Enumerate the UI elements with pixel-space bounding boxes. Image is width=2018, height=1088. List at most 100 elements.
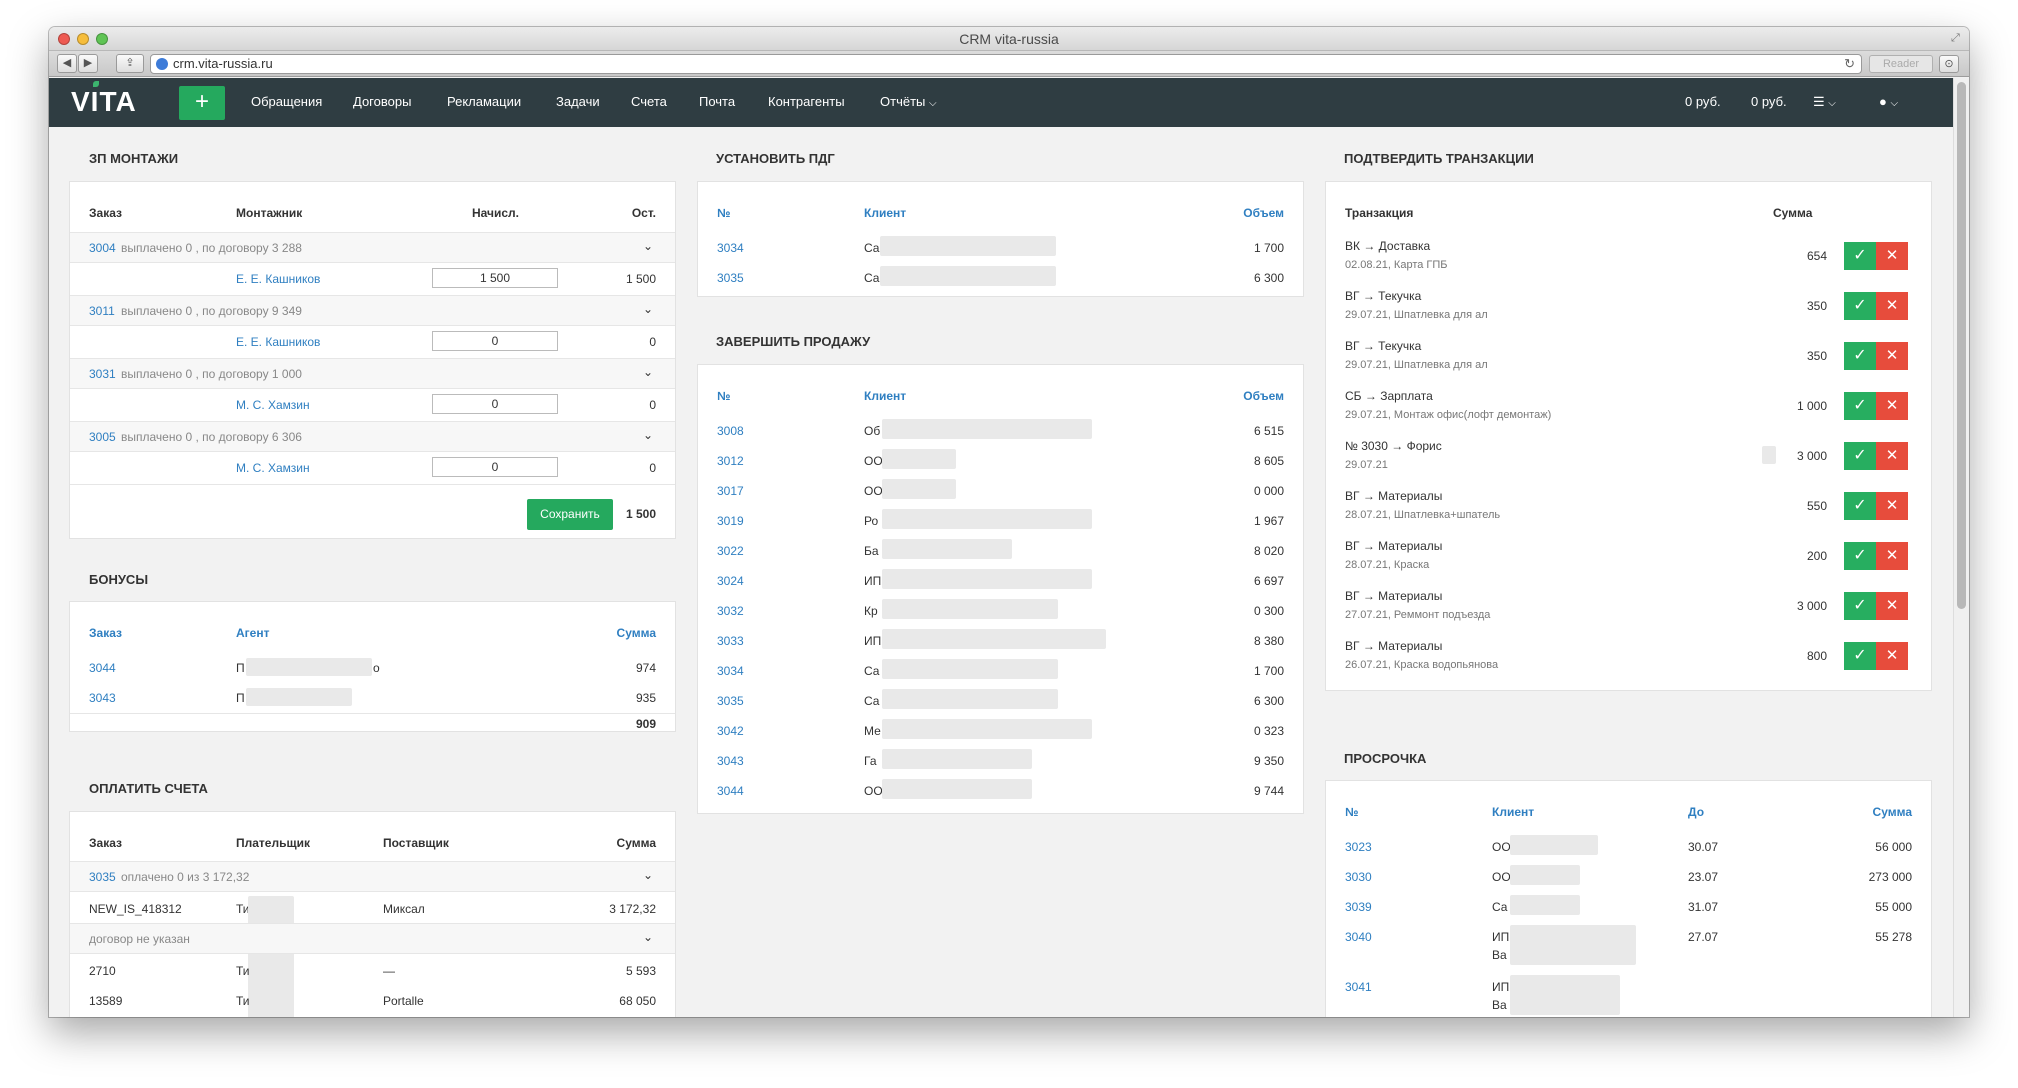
nav-counterparties[interactable]: Контрагенты — [768, 94, 845, 109]
confirm-check-icon[interactable]: ✓ — [1844, 442, 1876, 470]
sale-num[interactable]: 3012 — [717, 454, 744, 468]
nav-invoices[interactable]: Счета — [631, 94, 667, 109]
sale-header-vol[interactable]: Объем — [1243, 389, 1284, 403]
chevron-down-icon[interactable]: ⌄ — [643, 428, 653, 442]
nav-tasks[interactable]: Задачи — [556, 94, 600, 109]
share-button[interactable]: ⇪ — [116, 54, 144, 73]
chevron-down-icon[interactable]: ⌄ — [643, 868, 653, 882]
confirm-check-icon[interactable]: ✓ — [1844, 492, 1876, 520]
sale-num[interactable]: 3044 — [717, 784, 744, 798]
pay-group-row[interactable]: 3035 оплачено 0 из 3 172,32 ⌄ — [70, 861, 675, 892]
zp-group-row[interactable]: 3011 выплачено 0 , по договору 9 349 ⌄ — [70, 295, 675, 326]
confirm-check-icon[interactable]: ✓ — [1844, 392, 1876, 420]
address-bar[interactable]: crm.vita-russia.ru ↻ — [150, 54, 1862, 74]
sale-num[interactable]: 3035 — [717, 694, 744, 708]
forward-button[interactable]: ▶ — [78, 54, 98, 73]
zp-group-row[interactable]: 3004 выплачено 0 , по договору 3 288 ⌄ — [70, 232, 675, 263]
bonus-order[interactable]: 3044 — [89, 661, 116, 675]
zp-group-order[interactable]: 3004 — [89, 241, 116, 255]
overdue-num[interactable]: 3030 — [1345, 870, 1372, 884]
back-button[interactable]: ◀ — [57, 54, 77, 73]
zp-group-row[interactable]: 3005 выплачено 0 , по договору 6 306 ⌄ — [70, 421, 675, 452]
pdg-header-client[interactable]: Клиент — [864, 206, 906, 220]
sale-header-num[interactable]: № — [717, 389, 730, 403]
sale-num[interactable]: 3032 — [717, 604, 744, 618]
bonus-order[interactable]: 3043 — [89, 691, 116, 705]
confirm-check-icon[interactable]: ✓ — [1844, 642, 1876, 670]
confirm-check-icon[interactable]: ✓ — [1844, 242, 1876, 270]
sale-num[interactable]: 3033 — [717, 634, 744, 648]
overdue-num[interactable]: 3040 — [1345, 930, 1372, 944]
zp-installer[interactable]: М. С. Хамзин — [236, 461, 310, 475]
nav-mail[interactable]: Почта — [699, 94, 735, 109]
zp-group-order[interactable]: 3031 — [89, 367, 116, 381]
chevron-down-icon[interactable]: ⌄ — [643, 930, 653, 944]
zp-accrued-input[interactable]: 0 — [432, 331, 558, 351]
reject-x-icon[interactable]: ✕ — [1876, 642, 1908, 670]
confirm-check-icon[interactable]: ✓ — [1844, 342, 1876, 370]
pdg-num[interactable]: 3035 — [717, 271, 744, 285]
pdg-header-vol[interactable]: Объем — [1243, 206, 1284, 220]
bonus-header-agent[interactable]: Агент — [236, 626, 269, 640]
reject-x-icon[interactable]: ✕ — [1876, 392, 1908, 420]
overdue-header-sum[interactable]: Сумма — [1873, 805, 1912, 819]
overdue-num[interactable]: 3023 — [1345, 840, 1372, 854]
chevron-down-icon[interactable]: ⌄ — [643, 365, 653, 379]
sale-header-client[interactable]: Клиент — [864, 389, 906, 403]
zp-accrued-input[interactable]: 1 500 — [432, 268, 558, 288]
save-button[interactable]: Сохранить — [527, 499, 613, 530]
sale-num[interactable]: 3017 — [717, 484, 744, 498]
sale-num[interactable]: 3022 — [717, 544, 744, 558]
nav-contracts[interactable]: Договоры — [353, 94, 411, 109]
sale-num[interactable]: 3042 — [717, 724, 744, 738]
zp-accrued-input[interactable]: 0 — [432, 457, 558, 477]
overdue-header-num[interactable]: № — [1345, 805, 1358, 819]
sale-num[interactable]: 3024 — [717, 574, 744, 588]
user-menu[interactable]: ● ⌵ — [1879, 94, 1898, 109]
pdg-header-num[interactable]: № — [717, 206, 730, 220]
settings-menu[interactable]: ☰ ⌵ — [1813, 94, 1836, 110]
reject-x-icon[interactable]: ✕ — [1876, 292, 1908, 320]
confirm-check-icon[interactable]: ✓ — [1844, 542, 1876, 570]
reject-x-icon[interactable]: ✕ — [1876, 342, 1908, 370]
reject-x-icon[interactable]: ✕ — [1876, 542, 1908, 570]
zp-group-order[interactable]: 3011 — [89, 304, 115, 318]
bonus-header-order[interactable]: Заказ — [89, 626, 122, 640]
nav-claims[interactable]: Рекламации — [447, 94, 521, 109]
sale-num[interactable]: 3019 — [717, 514, 744, 528]
overdue-num[interactable]: 3041 — [1345, 980, 1372, 994]
add-button[interactable]: + — [179, 86, 225, 120]
bonus-header-sum[interactable]: Сумма — [617, 626, 656, 640]
reload-icon[interactable]: ↻ — [1844, 55, 1855, 73]
zp-installer[interactable]: Е. Е. Кашников — [236, 272, 320, 286]
pdg-num[interactable]: 3034 — [717, 241, 744, 255]
reject-x-icon[interactable]: ✕ — [1876, 592, 1908, 620]
chevron-down-icon[interactable]: ⌄ — [643, 302, 653, 316]
nav-reports[interactable]: Отчёты ⌵ — [880, 94, 937, 109]
vita-logo[interactable]: VITA — [71, 86, 137, 118]
reject-x-icon[interactable]: ✕ — [1876, 442, 1908, 470]
fullscreen-icon[interactable]: ⤢ — [1951, 32, 1963, 44]
scrollbar-thumb[interactable] — [1957, 82, 1966, 609]
zp-installer[interactable]: Е. Е. Кашников — [236, 335, 320, 349]
page-scrollbar[interactable] — [1953, 78, 1969, 1017]
overdue-num[interactable]: 3039 — [1345, 900, 1372, 914]
reader-button[interactable]: Reader — [1869, 55, 1933, 73]
confirm-check-icon[interactable]: ✓ — [1844, 592, 1876, 620]
sale-num[interactable]: 3008 — [717, 424, 744, 438]
pay-group-row[interactable]: договор не указан ⌄ — [70, 923, 675, 954]
pay-group-order[interactable]: 3035 — [89, 870, 116, 884]
nav-appeals[interactable]: Обращения — [251, 94, 322, 109]
chevron-down-icon[interactable]: ⌄ — [643, 239, 653, 253]
zp-installer[interactable]: М. С. Хамзин — [236, 398, 310, 412]
sale-num[interactable]: 3034 — [717, 664, 744, 678]
zp-group-order[interactable]: 3005 — [89, 430, 116, 444]
overdue-header-date[interactable]: До — [1688, 805, 1704, 819]
reject-x-icon[interactable]: ✕ — [1876, 492, 1908, 520]
sale-num[interactable]: 3043 — [717, 754, 744, 768]
overdue-header-client[interactable]: Клиент — [1492, 805, 1534, 819]
downloads-icon[interactable]: ⊙ — [1939, 55, 1959, 73]
reject-x-icon[interactable]: ✕ — [1876, 242, 1908, 270]
confirm-check-icon[interactable]: ✓ — [1844, 292, 1876, 320]
zp-accrued-input[interactable]: 0 — [432, 394, 558, 414]
